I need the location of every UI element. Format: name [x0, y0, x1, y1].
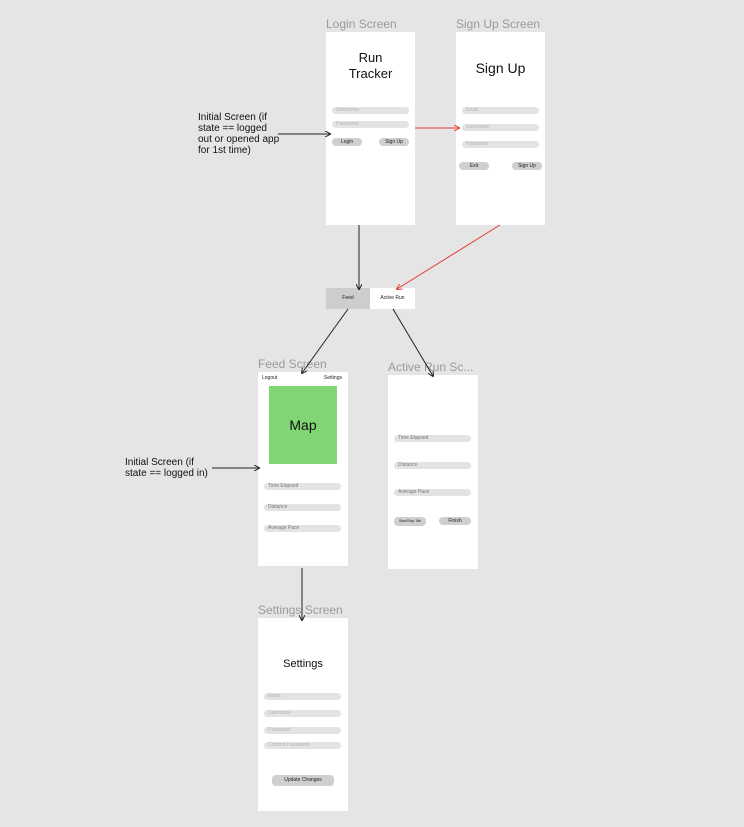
arrow-feed-tab-to-feed-screen: [302, 308, 349, 373]
arrow-active-run-tab-to-active-run-screen: [392, 308, 433, 376]
arrow-signup-to-active-run-tab: [397, 224, 501, 289]
flow-arrows: [212, 0, 501, 827]
